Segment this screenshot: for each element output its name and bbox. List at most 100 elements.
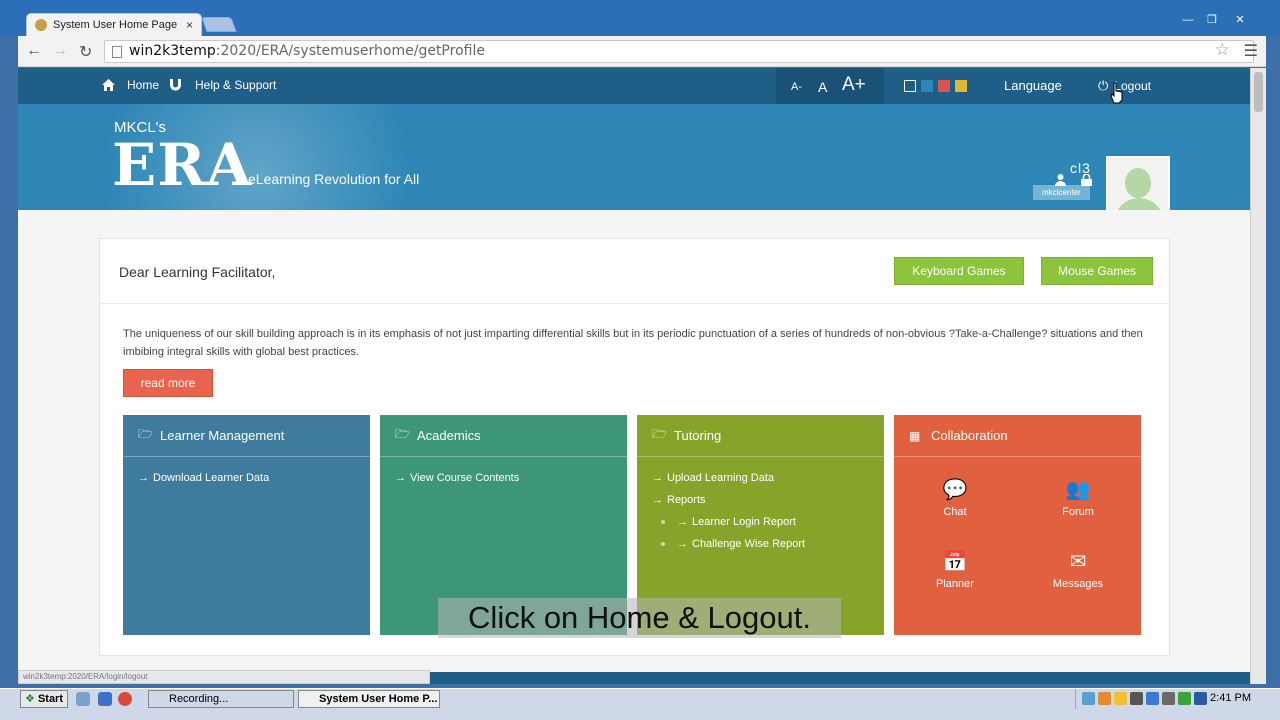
address-bar[interactable]: win2k3temp:2020/ERA/systemuserhome/getPr… — [104, 40, 1254, 63]
minimize-icon[interactable]: — — [1176, 12, 1200, 28]
reports-link[interactable]: → Reports — [637, 489, 884, 511]
view-course-contents-link[interactable]: → View Course Contents — [380, 467, 627, 489]
page-icon — [112, 46, 122, 58]
collaboration-panel: ▦ Collaboration 💬 Chat 👥 Forum 📅 Planner… — [894, 415, 1141, 635]
restore-icon[interactable]: ❐ — [1200, 12, 1224, 28]
welcome-card: Dear Learning Facilitator, Keyboard Game… — [99, 238, 1171, 656]
card-divider — [100, 303, 1171, 304]
language-menu[interactable]: Language — [1004, 78, 1062, 93]
tray-app-icon[interactable] — [1098, 692, 1111, 705]
download-learner-data-link[interactable]: → Download Learner Data — [123, 467, 370, 489]
tray-status-icon[interactable] — [1178, 692, 1191, 705]
tray-speaker-icon[interactable] — [1162, 692, 1175, 705]
browser-menu-icon[interactable]: ☰ — [1244, 41, 1258, 61]
bookmark-star-icon[interactable]: ☆ — [1215, 40, 1230, 60]
home-icon — [102, 79, 115, 91]
site-header: MKCL's ERA eLearning Revolution for All … — [18, 104, 1250, 210]
avatar[interactable] — [1106, 156, 1170, 210]
quicklaunch-desktop-icon[interactable] — [76, 692, 90, 706]
lock-icon[interactable] — [1081, 173, 1092, 189]
task-browser[interactable]: System User Home P... — [298, 690, 440, 708]
top-navigation: Home Help & Support A- A A+ Language ⏻ L… — [18, 68, 1250, 104]
avatar-head — [1125, 168, 1151, 198]
panel-title: Academics — [417, 428, 481, 443]
font-decrease-button[interactable]: A- — [791, 81, 802, 93]
quicklaunch-ie-icon[interactable] — [98, 692, 112, 706]
quicklaunch-chrome-icon[interactable] — [118, 692, 132, 706]
forum-item[interactable]: 👥 Forum — [1033, 477, 1123, 518]
intro-text: The uniqueness of our skill building app… — [123, 328, 1143, 358]
browser-toolbar: ← → ↻ win2k3temp:2020/ERA/systemuserhome… — [18, 36, 1266, 67]
panel-title: Tutoring — [674, 428, 722, 443]
theme-swatch-white[interactable] — [904, 80, 916, 92]
envelope-open-icon: ✉ — [1069, 551, 1087, 573]
status-bar-url: win2k3temp:2020/ERA/login/logout — [18, 670, 430, 684]
learner-login-report-link[interactable]: → Learner Login Report — [637, 511, 884, 533]
windows-taskbar: ❖ Start Recording... System User Home P.… — [0, 688, 1280, 720]
page-favicon-icon — [35, 19, 47, 31]
tray-shield-icon[interactable] — [1114, 692, 1127, 705]
font-increase-button[interactable]: A+ — [842, 74, 866, 96]
panel-title: Collaboration — [931, 428, 1008, 443]
chat-item[interactable]: 💬 Chat — [910, 477, 1000, 518]
panel-header: 🗁 Tutoring — [637, 415, 884, 457]
mouse-cursor-icon — [1110, 82, 1123, 104]
theme-swatch-blue[interactable] — [921, 80, 933, 92]
greeting-heading: Dear Learning Facilitator, — [119, 264, 276, 280]
home-label: Home — [127, 78, 160, 92]
brand-tagline: eLearning Revolution for All — [248, 171, 420, 187]
calendar-icon: 📅 — [942, 551, 968, 573]
upload-learning-data-link[interactable]: → Upload Learning Data — [637, 467, 884, 489]
grid-icon: ▦ — [909, 428, 921, 443]
chat-bubble-icon: 💬 — [942, 479, 968, 501]
url-path: :2020/ERA/systemuserhome/getProfile — [215, 43, 485, 59]
forward-icon[interactable]: → — [52, 42, 68, 60]
profile-icon[interactable] — [1055, 174, 1066, 189]
tab-close-icon[interactable]: × — [186, 18, 193, 32]
font-size-controls: A- A A+ — [776, 68, 884, 104]
mouse-games-button[interactable]: Mouse Games — [1041, 257, 1153, 285]
tray-network-icon[interactable] — [1082, 692, 1095, 705]
magnet-icon — [170, 79, 181, 91]
browser-tab[interactable]: System User Home Page × — [26, 13, 202, 36]
users-icon: 👥 — [1065, 479, 1091, 501]
vertical-scrollbar[interactable] — [1250, 68, 1266, 684]
start-button[interactable]: ❖ Start — [20, 690, 68, 708]
new-tab-button[interactable] — [201, 17, 237, 32]
read-more-button[interactable]: read more — [123, 369, 213, 397]
panel-header: 🗁 Academics — [380, 415, 627, 457]
avatar-body — [1114, 198, 1164, 210]
theme-swatch-red[interactable] — [938, 80, 950, 92]
tray-user-icon[interactable] — [1130, 692, 1143, 705]
challenge-wise-report-link[interactable]: → Challenge Wise Report — [637, 533, 884, 555]
panel-header: 🗁 Learner Management — [123, 415, 370, 457]
theme-swatch-yellow[interactable] — [955, 80, 967, 92]
font-normal-button[interactable]: A — [818, 79, 827, 95]
task-recording[interactable]: Recording... — [148, 690, 294, 708]
system-tray: 2:41 PM — [1075, 689, 1255, 709]
brand-logo: ERA — [112, 131, 253, 199]
tray-bluetooth-icon[interactable] — [1194, 692, 1207, 705]
help-label: Help & Support — [195, 78, 277, 92]
url-host: win2k3temp — [129, 43, 216, 59]
folder-open-icon: 🗁 — [652, 427, 667, 441]
folder-open-icon: 🗁 — [138, 427, 153, 441]
help-support-link[interactable]: Help & Support — [170, 78, 276, 92]
clock: 2:41 PM — [1210, 692, 1251, 704]
panel-title: Learner Management — [160, 428, 285, 443]
folder-open-icon: 🗁 — [395, 427, 410, 441]
planner-item[interactable]: 📅 Planner — [910, 549, 1000, 590]
windows-logo-icon: ❖ — [25, 693, 35, 705]
back-icon[interactable]: ← — [26, 42, 42, 60]
tray-sync-icon[interactable] — [1146, 692, 1159, 705]
browser-titlebar: System User Home Page × — ❐ ✕ — [0, 0, 1280, 36]
tab-title: System User Home Page — [53, 19, 178, 31]
reload-icon[interactable]: ↻ — [79, 42, 92, 62]
logout-link[interactable]: ⏻ Logout — [1098, 78, 1151, 94]
learner-management-panel: 🗁 Learner Management → Download Learner D… — [123, 415, 370, 635]
close-window-icon[interactable]: ✕ — [1228, 12, 1252, 28]
keyboard-games-button[interactable]: Keyboard Games — [894, 257, 1024, 285]
page-viewport: Home Help & Support A- A A+ Language ⏻ L… — [18, 68, 1250, 684]
home-link[interactable]: Home — [102, 78, 159, 92]
messages-item[interactable]: ✉ Messages — [1033, 549, 1123, 590]
